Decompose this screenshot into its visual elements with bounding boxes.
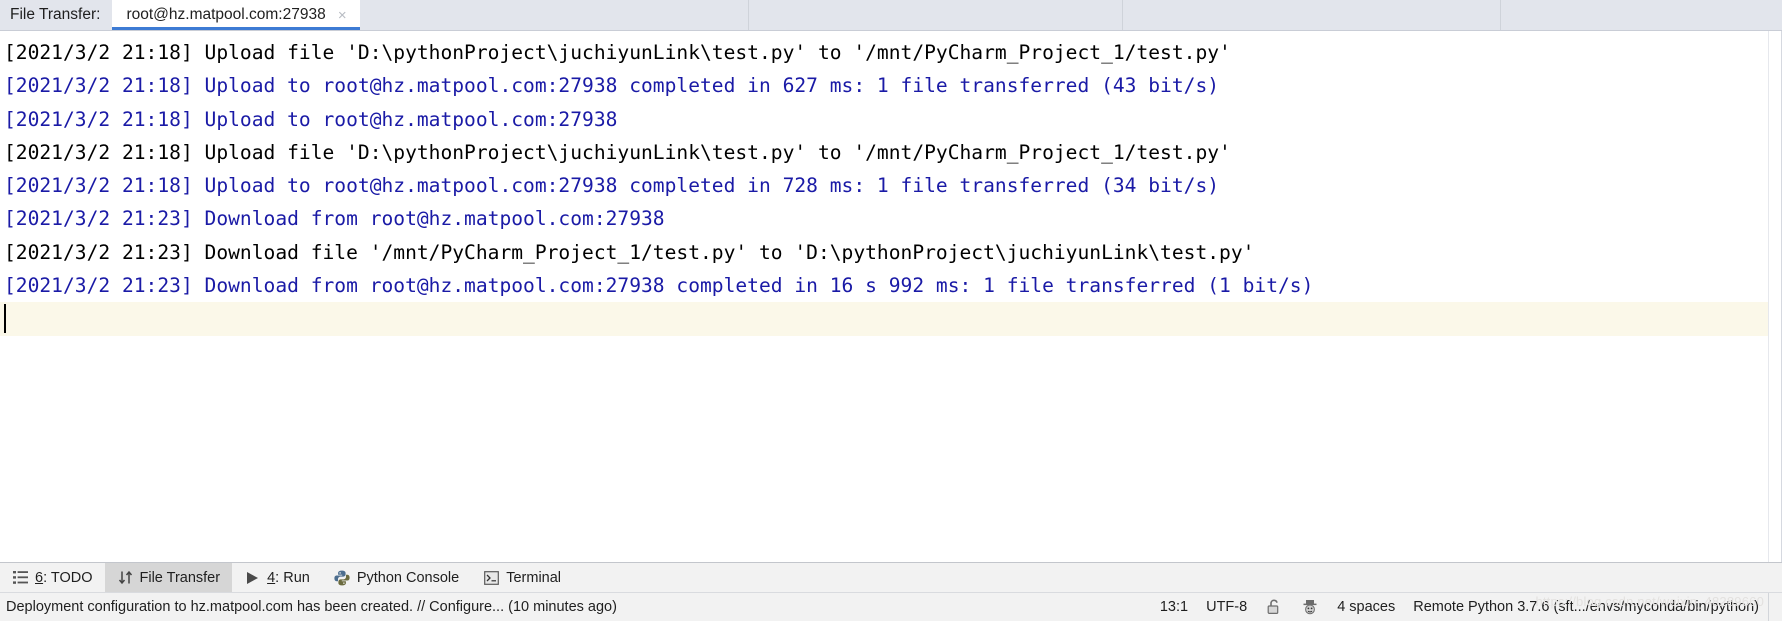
- python-icon: [334, 569, 351, 586]
- file-transfer-tab-bar: File Transfer: root@hz.matpool.com:27938…: [0, 0, 1782, 31]
- indent-indicator[interactable]: 4 spaces: [1328, 599, 1404, 615]
- terminal-icon: [483, 569, 500, 586]
- status-bar: Deployment configuration to hz.matpool.c…: [0, 592, 1782, 621]
- status-message[interactable]: Deployment configuration to hz.matpool.c…: [0, 599, 617, 615]
- encoding-indicator[interactable]: UTF-8: [1197, 599, 1256, 615]
- tab-root-hz-matpool[interactable]: root@hz.matpool.com:27938 ×: [112, 0, 360, 30]
- caret-position-indicator[interactable]: 13:1: [1151, 599, 1197, 615]
- tool-window-label: Python Console: [356, 569, 460, 586]
- tool-window-mnemonic: 4: [267, 569, 276, 586]
- list-icon: [12, 569, 29, 586]
- tool-window-label: 4: Run: [267, 570, 310, 586]
- tab-bar-filler: [360, 0, 1782, 30]
- log-line: [2021/3/2 21:23] Download from root@hz.m…: [4, 207, 665, 231]
- status-bar-resize-handle[interactable]: [1768, 593, 1782, 621]
- tool-window-label: File Transfer: [139, 569, 221, 586]
- log-line: [2021/3/2 21:18] Upload file 'D:\pythonP…: [4, 41, 1231, 64]
- log-line: [2021/3/2 21:18] Upload to root@hz.matpo…: [4, 74, 1220, 98]
- tool-window-text: : TODO: [43, 569, 93, 586]
- tool-window-button-todo[interactable]: 6: TODO: [0, 563, 105, 592]
- log-line: [2021/3/2 21:18] Upload file 'D:\pythonP…: [4, 140, 1231, 164]
- tab-bar-divider: [1500, 0, 1501, 30]
- tool-window-button-terminal[interactable]: Terminal: [471, 563, 573, 592]
- tool-window-mnemonic: 6: [35, 569, 44, 586]
- hat-face-icon[interactable]: [1292, 598, 1328, 616]
- hat-face-glyph: [1301, 598, 1319, 616]
- log-line: [2021/3/2 21:18] Upload to root@hz.matpo…: [4, 174, 1220, 198]
- caret-line[interactable]: [0, 302, 1781, 336]
- pycharm-file-transfer-window: File Transfer: root@hz.matpool.com:27938…: [0, 0, 1782, 621]
- tool-window-button-python-console[interactable]: Python Console: [322, 563, 471, 592]
- unlocked-padlock-glyph: [1265, 598, 1283, 616]
- text-caret: [4, 304, 6, 334]
- interpreter-indicator[interactable]: Remote Python 3.7.6 (sft.../envs/myconda…: [1404, 599, 1768, 615]
- file-transfer-log[interactable]: [2021/3/2 21:18] Upload file 'D:\pythonP…: [0, 31, 1782, 562]
- tab-bar-title: File Transfer:: [10, 6, 101, 23]
- tab-label: root@hz.matpool.com:27938: [126, 6, 326, 23]
- unlocked-padlock-icon[interactable]: [1256, 598, 1292, 616]
- tool-window-label: 6: TODO: [35, 570, 93, 586]
- tool-window-text: : Run: [275, 569, 310, 586]
- log-line: [2021/3/2 21:18] Upload to root@hz.matpo…: [4, 107, 618, 131]
- tool-window-label: Terminal: [506, 569, 562, 586]
- log-line: [2021/3/2 21:23] Download from root@hz.m…: [4, 274, 1314, 298]
- tool-window-bar: 6: TODO File Transfer 4: Run Python Cons…: [0, 562, 1782, 592]
- transfer-icon: [117, 569, 134, 586]
- tool-window-button-file-transfer[interactable]: File Transfer: [104, 563, 233, 592]
- tool-window-button-run[interactable]: 4: Run: [232, 563, 322, 592]
- tab-bar-divider: [748, 0, 749, 30]
- log-line: [2021/3/2 21:23] Download file '/mnt/PyC…: [4, 240, 1255, 264]
- run-icon: [244, 569, 261, 586]
- tab-bar-divider: [1122, 0, 1123, 30]
- close-icon[interactable]: ×: [335, 8, 350, 23]
- console-scrollbar[interactable]: [1768, 31, 1781, 562]
